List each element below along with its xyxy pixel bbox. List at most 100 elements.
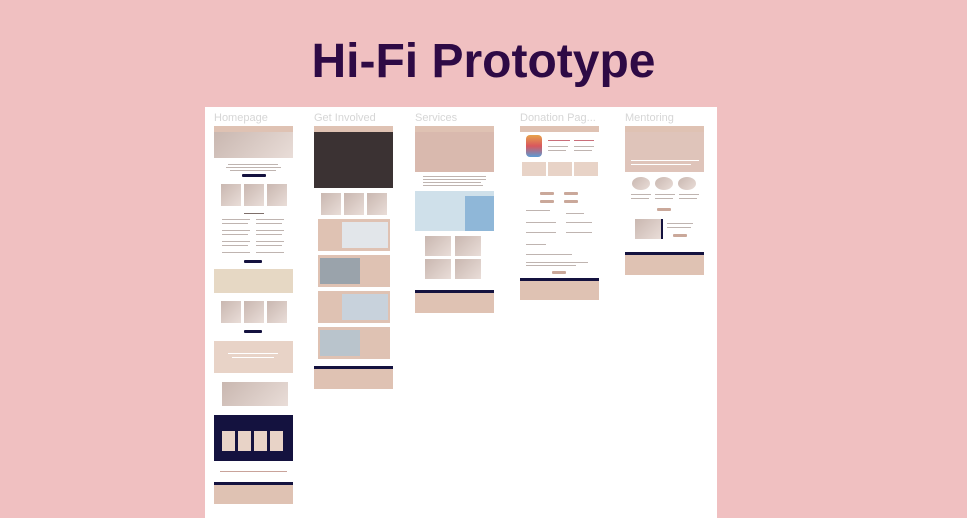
homepage-card-image [244, 301, 264, 323]
homepage-button[interactable] [244, 260, 262, 263]
homepage-text [256, 252, 284, 253]
mentoring-text [631, 194, 651, 195]
homepage-hero-image [214, 132, 293, 158]
frame-get-involved[interactable] [314, 126, 393, 389]
homepage-mentor-image [222, 382, 288, 406]
homepage-map-image [214, 269, 293, 293]
donation-text [526, 265, 576, 266]
services-image [425, 259, 451, 279]
frame-services[interactable] [415, 126, 494, 314]
donation-form-field[interactable] [526, 254, 572, 255]
homepage-card-image [244, 184, 264, 206]
mentoring-text [679, 194, 699, 195]
donation-tier-card[interactable] [574, 162, 598, 176]
donation-tier-card[interactable] [548, 162, 572, 176]
donation-amount-button[interactable] [564, 200, 578, 203]
homepage-text [222, 252, 250, 253]
donation-form-field[interactable] [526, 222, 556, 223]
homepage-text [222, 241, 250, 242]
mentoring-image [635, 219, 661, 239]
donation-tier-card[interactable] [522, 162, 546, 176]
homepage-card-image [221, 184, 241, 206]
mentoring-footer [625, 255, 704, 275]
donation-text [548, 146, 568, 147]
services-text [423, 179, 486, 180]
get-involved-card [321, 193, 341, 215]
frame-label-homepage[interactable]: Homepage [214, 112, 268, 124]
frame-homepage[interactable] [214, 126, 293, 508]
homepage-text [230, 170, 276, 171]
homepage-card-image [221, 301, 241, 323]
services-map-water [465, 196, 494, 231]
donation-form-field[interactable] [566, 222, 592, 223]
get-involved-card [367, 193, 387, 215]
mentoring-hero-text [631, 164, 691, 165]
mentoring-text [667, 227, 691, 228]
homepage-text [222, 230, 250, 231]
homepage-button[interactable] [244, 330, 262, 333]
mentoring-avatar [655, 177, 673, 190]
mentoring-text [667, 223, 693, 224]
homepage-story-card [222, 431, 235, 451]
homepage-text [256, 219, 284, 220]
frame-label-donation-page[interactable]: Donation Pag... [520, 112, 596, 124]
donation-form-field[interactable] [526, 244, 546, 245]
donation-submit-button[interactable] [552, 271, 566, 274]
frame-mentoring[interactable] [625, 126, 704, 276]
donation-amount-button[interactable] [564, 192, 578, 195]
mentoring-text [655, 194, 675, 195]
homepage-cta-button[interactable] [242, 174, 266, 177]
services-text [423, 182, 481, 183]
mentoring-text [631, 198, 649, 199]
homepage-quote-text [228, 353, 278, 354]
donation-amount-button[interactable] [540, 192, 554, 195]
frame-label-services[interactable]: Services [415, 112, 457, 124]
mentoring-divider [661, 219, 663, 239]
homepage-text [256, 234, 282, 235]
frame-donation-page[interactable] [520, 126, 599, 300]
donation-form-field[interactable] [526, 232, 556, 233]
frame-label-mentoring[interactable]: Mentoring [625, 112, 674, 124]
services-image [455, 259, 481, 279]
donation-form-label [566, 213, 584, 214]
services-hero-image [415, 132, 494, 172]
services-image [425, 236, 451, 256]
mentoring-avatar [632, 177, 650, 190]
services-text [423, 185, 483, 186]
get-involved-volunteer-image [342, 294, 388, 320]
donation-text [526, 262, 588, 263]
homepage-text [256, 241, 284, 242]
services-footer [415, 293, 494, 313]
mentoring-button[interactable] [657, 208, 671, 211]
get-involved-event-image [320, 258, 360, 284]
homepage-text [222, 245, 248, 246]
donation-form-field[interactable] [566, 232, 592, 233]
mentoring-button[interactable] [673, 234, 687, 237]
donation-heading [574, 140, 594, 141]
homepage-card-image [267, 184, 287, 206]
homepage-story-card [238, 431, 251, 451]
homepage-story-card [254, 431, 267, 451]
mentoring-avatar [678, 177, 696, 190]
homepage-text [226, 167, 281, 168]
mentoring-hero-image [625, 132, 704, 172]
homepage-text [256, 230, 284, 231]
donation-heart-image [526, 135, 542, 157]
donation-nav [520, 126, 599, 132]
frame-label-get-involved[interactable]: Get Involved [314, 112, 376, 124]
donation-text [548, 150, 566, 151]
homepage-card-image [267, 301, 287, 323]
homepage-footer [214, 485, 293, 504]
homepage-text [222, 223, 248, 224]
prototype-canvas[interactable]: Homepage Get Involved Services Donation … [205, 107, 717, 518]
get-involved-partner-image [320, 330, 360, 356]
homepage-text [228, 164, 278, 165]
donation-amount-button[interactable] [540, 200, 554, 203]
donation-text [574, 150, 592, 151]
donation-heading [548, 140, 570, 141]
services-text [423, 176, 486, 177]
get-involved-calendar-image [342, 222, 388, 248]
donation-form-label [526, 210, 550, 211]
get-involved-card [344, 193, 364, 215]
donation-footer [520, 281, 599, 300]
